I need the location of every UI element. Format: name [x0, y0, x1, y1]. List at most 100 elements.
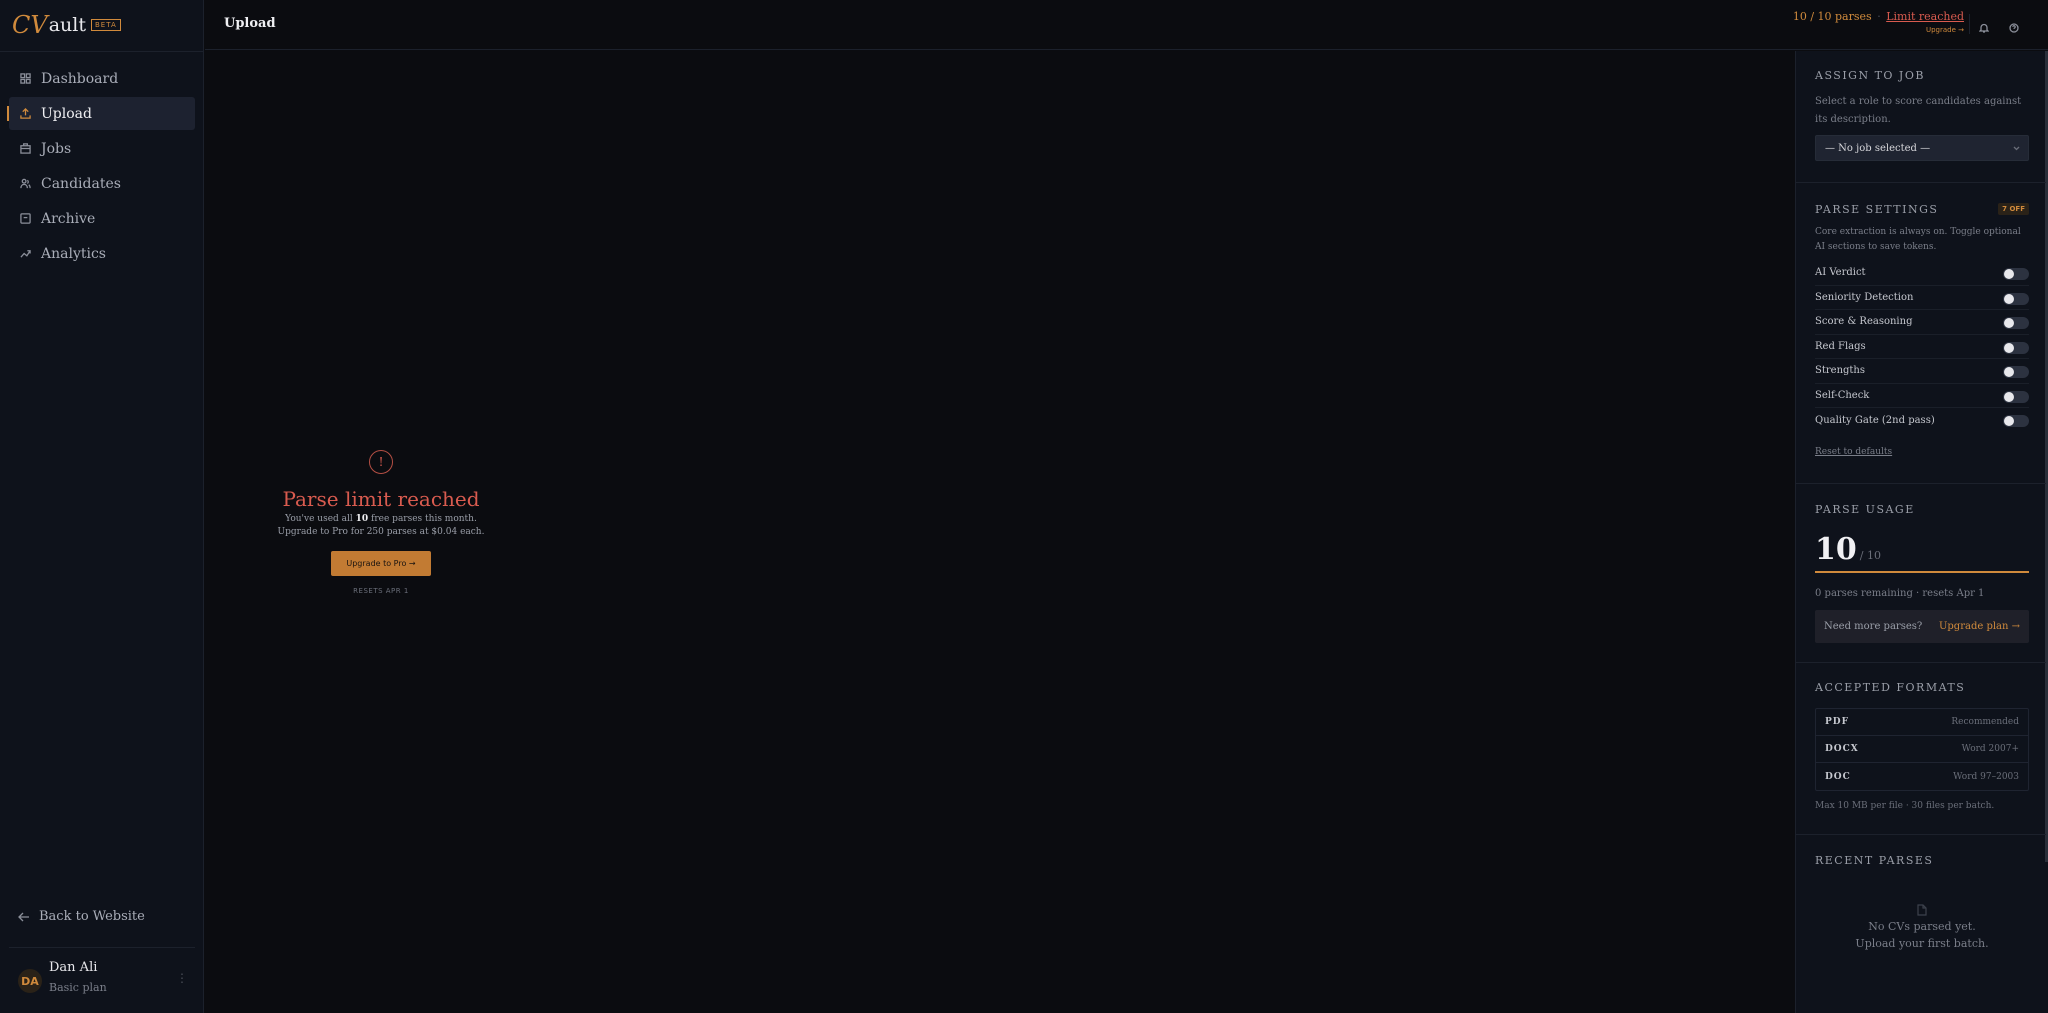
sidebar-item-label: Upload — [41, 105, 92, 122]
job-select[interactable]: — No job selected — — [1815, 135, 2029, 161]
toggle-row-quality-gate: Quality Gate (2nd pass) — [1815, 408, 2029, 433]
upgrade-plan-link[interactable]: Upgrade plan → — [1939, 621, 2020, 632]
format-name: DOC — [1825, 771, 1851, 782]
empty-line-1: You've used all 10 free parses this mont… — [205, 514, 557, 524]
format-row: DOCX Word 2007+ — [1816, 736, 2028, 763]
logo[interactable]: CV ault BETA — [12, 11, 121, 39]
limit-reached-link[interactable]: Limit reached — [1886, 10, 1964, 23]
sidebar-item-label: Dashboard — [41, 70, 119, 87]
sidebar-item-analytics[interactable]: Analytics — [9, 237, 195, 270]
sidebar-item-jobs[interactable]: Jobs — [9, 132, 195, 165]
recent-empty-line-1: No CVs parsed yet. — [1868, 920, 1976, 933]
kebab-menu-icon[interactable]: ⋮ — [176, 971, 188, 985]
section-title: PARSE SETTINGS — [1815, 203, 1939, 216]
accepted-formats-section: ACCEPTED FORMATS PDF Recommended DOCX Word… — [1815, 681, 2029, 811]
toggle-row-red-flags: Red Flags — [1815, 335, 2029, 359]
recent-empty-state: No CVs parsed yet. Upload your first bat… — [1815, 901, 2029, 950]
score-reasoning-toggle[interactable] — [2003, 317, 2029, 329]
avatar: DA — [18, 969, 42, 993]
ai-verdict-toggle[interactable] — [2003, 268, 2029, 280]
chevron-down-icon — [2013, 144, 2020, 151]
sidebar-item-dashboard[interactable]: Dashboard — [9, 62, 195, 95]
self-check-toggle[interactable] — [2003, 390, 2029, 403]
sidebar: CV ault BETA Dashboard Upload Jobs Candi… — [0, 0, 204, 1013]
formats-table: PDF Recommended DOCX Word 2007+ DOC Word 97… — [1815, 708, 2029, 791]
toggle-row-strengths: Strengths — [1815, 359, 2029, 384]
toggle-label: Seniority Detection — [1815, 291, 1914, 303]
toggle-label: Score & Reasoning — [1815, 316, 1913, 328]
usage-used: 10 — [1815, 532, 1857, 567]
sidebar-nav: Dashboard Upload Jobs Candidates Archive… — [7, 62, 195, 272]
sidebar-bottom-divider — [9, 947, 195, 948]
main-content: ! Parse limit reached You've used all 10… — [205, 51, 1795, 1013]
format-desc: Recommended — [1951, 717, 2019, 727]
strengths-toggle[interactable] — [2003, 366, 2029, 378]
alert-circle-icon: ! — [369, 450, 393, 474]
archive-icon — [19, 213, 31, 225]
line1-suffix: free parses this month. — [368, 514, 477, 524]
logo-text: ault — [48, 14, 86, 36]
seniority-detection-toggle[interactable] — [2003, 292, 2029, 305]
line1-count: 10 — [355, 514, 369, 524]
parse-settings-section: PARSE SETTINGS 7 OFF Core extraction is … — [1815, 203, 2029, 457]
sidebar-divider — [0, 51, 204, 52]
parse-limit-empty-state: ! Parse limit reached You've used all 10… — [205, 450, 557, 595]
resets-label: RESETS APR 1 — [353, 587, 409, 595]
app-root: CV ault BETA Dashboard Upload Jobs Candi… — [0, 0, 2048, 1013]
section-divider — [1796, 182, 2046, 183]
section-title: ASSIGN TO JOB — [1815, 69, 1925, 82]
recent-empty-line-2: Upload your first batch. — [1855, 937, 1989, 950]
users-icon — [19, 178, 31, 190]
red-flags-toggle[interactable] — [2003, 341, 2029, 354]
beta-badge: BETA — [90, 19, 121, 31]
user-profile[interactable]: DA Dan Ali Basic plan ⋮ — [18, 959, 188, 1001]
document-icon — [1917, 901, 1927, 916]
need-more-text: Need more parses? — [1824, 621, 1923, 632]
usage-status[interactable]: 10 / 10 parses · Limit reached Upgrade → — [1793, 10, 1964, 34]
briefcase-icon — [19, 143, 31, 155]
toggle-label: Self-Check — [1815, 389, 1870, 401]
section-title: ACCEPTED FORMATS — [1815, 681, 1966, 694]
sidebar-item-label: Analytics — [41, 245, 106, 262]
section-divider — [1796, 483, 2046, 484]
section-description: Core extraction is always on. Toggle opt… — [1815, 227, 2021, 252]
format-name: DOCX — [1825, 744, 1859, 754]
need-more-box: Need more parses? Upgrade plan → — [1815, 610, 2029, 643]
topbar-upgrade-link[interactable]: Upgrade → — [1793, 26, 1964, 34]
usage-separator: · — [1877, 10, 1881, 23]
parse-usage-section: PARSE USAGE 10 / 10 0 parses remaining ·… — [1815, 503, 2029, 643]
quality-gate-toggle[interactable] — [2003, 415, 2029, 427]
recent-parses-section: RECENT PARSES No CVs parsed yet. Upload … — [1815, 854, 2029, 950]
toggle-list: AI Verdict Seniority Detection Score & R… — [1815, 261, 2029, 433]
help-icon[interactable] — [2009, 18, 2021, 33]
page-title: Upload — [224, 16, 276, 31]
sidebar-item-candidates[interactable]: Candidates — [9, 167, 195, 200]
sidebar-item-label: Candidates — [41, 175, 121, 192]
usage-progress-fill — [1815, 571, 2029, 573]
format-desc: Word 2007+ — [1961, 744, 2019, 754]
section-title: PARSE USAGE — [1815, 503, 1915, 516]
topbar-separator — [1969, 14, 1970, 34]
format-row: PDF Recommended — [1816, 709, 2028, 736]
logo-cv: CV — [12, 11, 48, 39]
topbar: Upload 10 / 10 parses · Limit reached Up… — [205, 0, 2048, 50]
reset-to-defaults-link[interactable]: Reset to defaults — [1815, 447, 2029, 457]
empty-line-2: Upgrade to Pro for 250 parses at $0.04 e… — [277, 527, 485, 537]
back-link-label: Back to Website — [39, 909, 145, 924]
usage-progress-bar — [1815, 571, 2029, 573]
format-row: DOC Word 97–2003 — [1816, 763, 2028, 790]
toggle-row-self-check: Self-Check — [1815, 384, 2029, 408]
toggle-label: Strengths — [1815, 365, 1865, 377]
back-to-website-link[interactable]: Back to Website — [18, 909, 145, 924]
format-name: PDF — [1825, 717, 1849, 727]
format-desc: Word 97–2003 — [1953, 771, 2019, 782]
right-panel: ASSIGN TO JOB Select a role to score can… — [1795, 51, 2048, 1013]
usage-count: 10 / 10 parses — [1792, 10, 1872, 23]
toggle-label: Quality Gate (2nd pass) — [1815, 414, 1935, 426]
formats-note: Max 10 MB per file · 30 files per batch. — [1815, 801, 1995, 811]
upgrade-to-pro-button[interactable]: Upgrade to Pro → — [331, 551, 431, 576]
sidebar-item-archive[interactable]: Archive — [9, 202, 195, 235]
sidebar-item-upload[interactable]: Upload — [7, 97, 195, 130]
bell-icon[interactable] — [1978, 18, 1991, 33]
off-count-badge: 7 OFF — [1998, 203, 2029, 215]
